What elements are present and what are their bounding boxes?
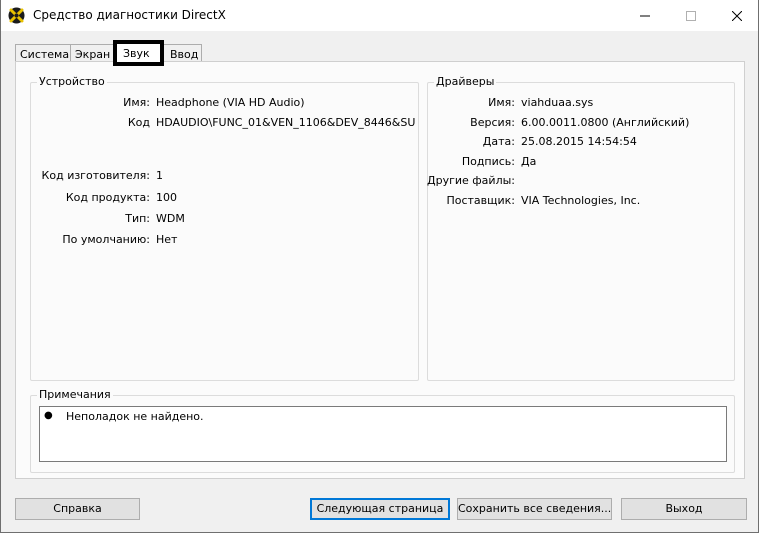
tab-strip: Система Экран Ввод Звук [1,31,758,66]
close-button[interactable] [714,0,759,31]
drivers-group: Драйверы Имя: viahduaa.sys Версия: 6.00.… [427,75,736,381]
window-title: Средство диагностики DirectX [33,8,226,22]
maximize-icon [686,10,696,21]
notes-textbox[interactable]: ● Неполадок не найдено. [39,406,727,462]
driver-name-label: Имя: [488,96,515,109]
manufacturer-id-label: Код изготовителя: [41,169,150,182]
next-page-button[interactable]: Следующая страница [310,498,450,520]
driver-version-value: 6.00.0011.0800 (Английский) [521,116,690,129]
driver-signed-label: Подпись: [461,155,515,168]
driver-version-row: Версия: 6.00.0011.0800 (Английский) [428,116,736,132]
close-icon [732,10,742,21]
directx-diag-window: Средство диагностики DirectX Система Экр… [0,0,759,533]
device-name-row: Имя: Headphone (VIA HD Audio) [31,96,420,112]
type-value: WDM [156,212,185,225]
minimize-button[interactable] [622,0,668,31]
type-label: Тип: [125,212,150,225]
driver-other-files-label: Другие файлы: [427,174,515,187]
title-bar[interactable]: Средство диагностики DirectX [1,0,758,31]
driver-signed-value: Да [521,155,537,168]
driver-provider-label: Поставщик: [446,194,515,207]
exit-button[interactable]: Выход [621,498,747,520]
notes-group-header: Примечания [37,388,113,401]
device-code-value: HDAUDIO\FUNC_01&VEN_1106&DEV_8446&SUBSYS… [156,116,416,129]
driver-date-value: 25.08.2015 14:54:54 [521,135,637,148]
tab-sound[interactable]: Звук [113,40,164,66]
driver-date-row: Дата: 25.08.2015 14:54:54 [428,135,736,151]
driver-signed-row: Подпись: Да [428,155,736,171]
manufacturer-id-row: Код изготовителя: 1 [31,169,420,185]
device-group-header: Устройство [37,75,107,88]
help-button[interactable]: Справка [15,498,140,520]
bullet-icon: ● [44,410,53,421]
device-code-label: Код [127,116,150,129]
driver-date-label: Дата: [482,135,515,148]
default-row: По умолчанию: Нет [31,233,420,249]
maximize-button[interactable] [668,0,714,31]
note-item: Неполадок не найдено. [66,410,204,423]
directx-icon [8,7,25,24]
default-label: По умолчанию: [62,233,150,246]
minimize-icon [640,15,650,16]
drivers-group-header: Драйверы [434,75,497,88]
device-name-label: Имя: [123,96,150,109]
product-id-label: Код продукта: [65,191,150,204]
type-row: Тип: WDM [31,212,420,228]
driver-version-label: Версия: [470,116,515,129]
product-id-value: 100 [156,191,177,204]
default-value: Нет [156,233,178,246]
manufacturer-id-value: 1 [156,169,163,182]
driver-provider-value: VIA Technologies, Inc. [521,194,641,207]
save-all-info-button[interactable]: Сохранить все сведения... [457,498,612,520]
driver-name-row: Имя: viahduaa.sys [428,96,736,112]
driver-other-files-row: Другие файлы: [427,174,736,190]
tab-input-label: Ввод [170,48,199,61]
driver-provider-row: Поставщик: VIA Technologies, Inc. [428,194,736,210]
driver-name-value: viahduaa.sys [521,96,594,109]
notes-group: Примечания ● Неполадок не найдено. [30,388,735,473]
sound-tab-panel: Устройство Имя: Headphone (VIA HD Audio)… [15,61,745,479]
device-name-value: Headphone (VIA HD Audio) [156,96,305,109]
product-id-row: Код продукта: 100 [31,191,420,207]
device-group: Устройство Имя: Headphone (VIA HD Audio)… [30,75,420,381]
device-code-row: Код HDAUDIO\FUNC_01&VEN_1106&DEV_8446&SU… [31,116,420,132]
